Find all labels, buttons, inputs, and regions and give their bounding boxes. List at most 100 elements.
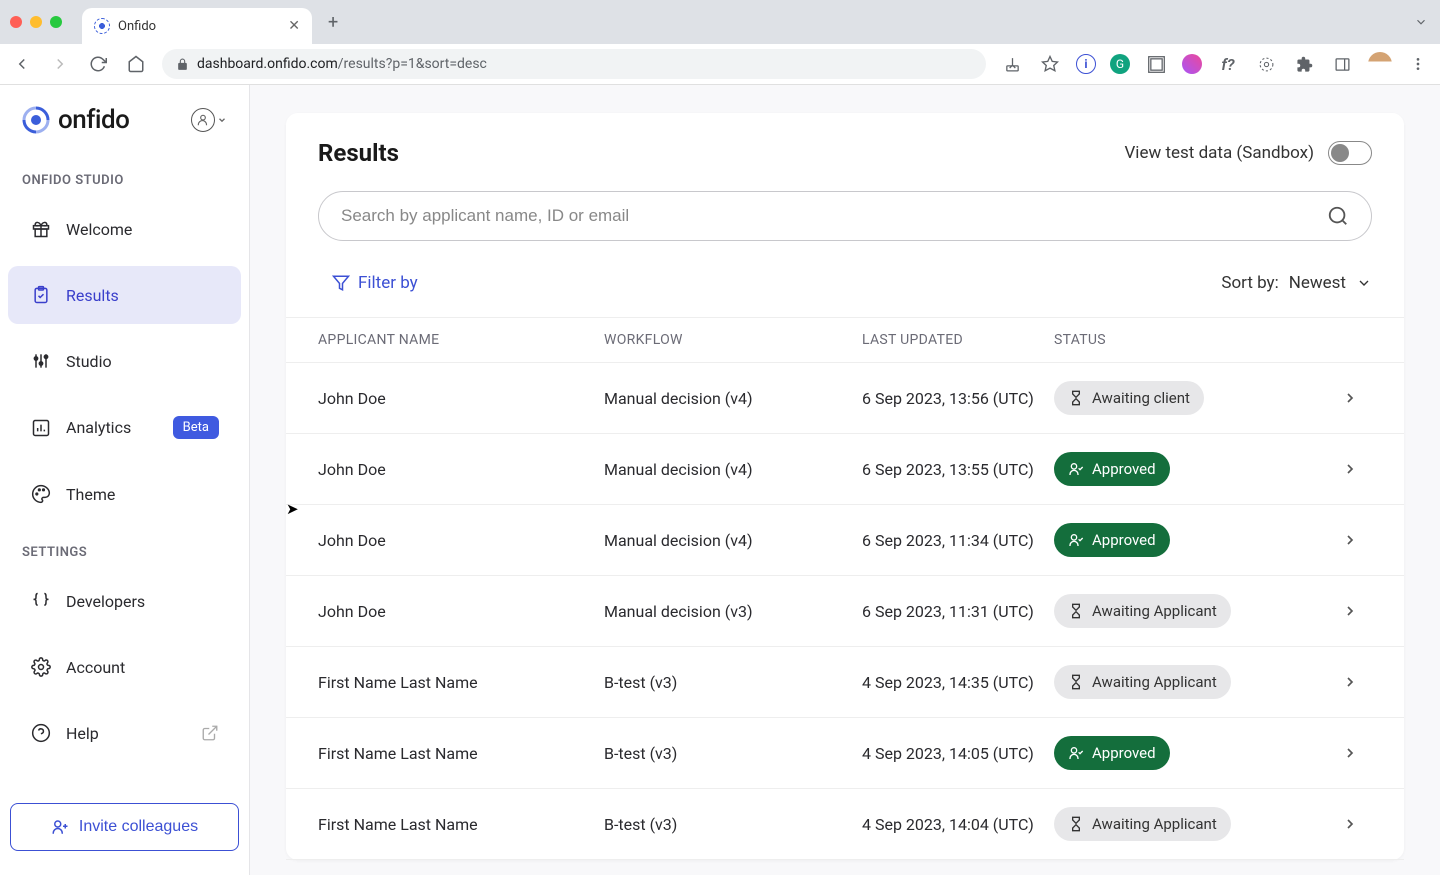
back-button[interactable] bbox=[10, 52, 34, 76]
table-row[interactable]: John DoeManual decision (v4)6 Sep 2023, … bbox=[286, 434, 1404, 505]
cell-updated: 4 Sep 2023, 14:04 (UTC) bbox=[862, 815, 1054, 834]
user-check-icon bbox=[1068, 532, 1084, 548]
sidebar-item-account[interactable]: Account bbox=[8, 638, 241, 696]
search-icon bbox=[1327, 205, 1349, 227]
tab-overflow-icon[interactable] bbox=[1414, 15, 1428, 29]
sidebar-item-label: Developers bbox=[66, 592, 219, 611]
filter-button[interactable]: Filter by bbox=[318, 267, 432, 299]
sidebar-item-analytics[interactable]: Analytics Beta bbox=[8, 398, 241, 457]
extension-icon[interactable] bbox=[1254, 52, 1278, 76]
filter-icon bbox=[332, 274, 350, 292]
cell-updated: 6 Sep 2023, 13:55 (UTC) bbox=[862, 460, 1054, 479]
sidebar-item-label: Analytics bbox=[66, 418, 159, 437]
clipboard-icon bbox=[30, 284, 52, 306]
table-row[interactable]: John DoeManual decision (v4)6 Sep 2023, … bbox=[286, 363, 1404, 434]
chart-icon bbox=[30, 417, 52, 439]
url-field[interactable]: dashboard.onfido.com/results?p=1&sort=de… bbox=[162, 49, 986, 79]
brand-logo[interactable]: onfido bbox=[22, 105, 129, 135]
cell-status: Awaiting Applicant bbox=[1054, 594, 1342, 628]
cell-status: Approved bbox=[1054, 523, 1342, 557]
share-icon[interactable] bbox=[1000, 52, 1024, 76]
extension-icon[interactable]: f? bbox=[1216, 52, 1240, 76]
home-button[interactable] bbox=[124, 52, 148, 76]
side-panel-icon[interactable] bbox=[1330, 52, 1354, 76]
sandbox-toggle[interactable] bbox=[1328, 141, 1372, 165]
sidebar-item-studio[interactable]: Studio bbox=[8, 332, 241, 390]
status-badge: Approved bbox=[1054, 452, 1170, 486]
close-window-icon[interactable] bbox=[10, 16, 22, 28]
sidebar-item-developers[interactable]: Developers bbox=[8, 572, 241, 630]
chevron-right-icon bbox=[1342, 745, 1372, 761]
cell-status: Awaiting client bbox=[1054, 381, 1342, 415]
sort-value: Newest bbox=[1289, 273, 1346, 293]
sidebar-item-help[interactable]: Help bbox=[8, 704, 241, 762]
table-row[interactable]: First Name Last NameB-test (v3)4 Sep 202… bbox=[286, 647, 1404, 718]
maximize-window-icon[interactable] bbox=[50, 16, 62, 28]
reload-button[interactable] bbox=[86, 52, 110, 76]
gift-icon bbox=[30, 218, 52, 240]
profile-avatar[interactable] bbox=[1368, 52, 1392, 76]
external-link-icon bbox=[201, 724, 219, 742]
sandbox-label: View test data (Sandbox) bbox=[1124, 143, 1314, 163]
chevron-right-icon bbox=[1342, 532, 1372, 548]
user-menu[interactable] bbox=[191, 108, 227, 132]
sidebar-item-label: Account bbox=[66, 658, 219, 677]
window-controls bbox=[10, 16, 62, 28]
invite-colleagues-button[interactable]: Invite colleagues bbox=[10, 803, 239, 851]
sidebar-item-label: Results bbox=[66, 286, 219, 305]
chevron-right-icon bbox=[1342, 674, 1372, 690]
sidebar-item-label: Studio bbox=[66, 352, 219, 371]
table-header: APPLICANT NAME WORKFLOW LAST UPDATED STA… bbox=[286, 317, 1404, 363]
browser-tab[interactable]: Onfido ✕ bbox=[82, 8, 312, 44]
sidebar-item-theme[interactable]: Theme bbox=[8, 465, 241, 523]
cell-updated: 6 Sep 2023, 11:34 (UTC) bbox=[862, 531, 1054, 550]
sidebar-item-welcome[interactable]: Welcome bbox=[8, 200, 241, 258]
status-badge: Awaiting Applicant bbox=[1054, 594, 1231, 628]
extension-icon[interactable]: i bbox=[1076, 54, 1096, 74]
status-badge: Awaiting client bbox=[1054, 381, 1204, 415]
cell-name: First Name Last Name bbox=[318, 815, 604, 834]
sidebar-item-results[interactable]: Results bbox=[8, 266, 241, 324]
address-bar: dashboard.onfido.com/results?p=1&sort=de… bbox=[0, 44, 1440, 85]
col-header-updated: LAST UPDATED bbox=[862, 332, 1054, 348]
url-text: dashboard.onfido.com/results?p=1&sort=de… bbox=[197, 56, 487, 72]
hourglass-icon bbox=[1068, 816, 1084, 832]
extensions-menu-icon[interactable] bbox=[1292, 52, 1316, 76]
cell-name: John Doe bbox=[318, 531, 604, 550]
hourglass-icon bbox=[1068, 390, 1084, 406]
beta-badge: Beta bbox=[173, 416, 219, 439]
help-icon bbox=[30, 722, 52, 744]
search-input[interactable] bbox=[341, 206, 1315, 226]
chevron-down-icon bbox=[1356, 275, 1372, 291]
table-row[interactable]: First Name Last NameB-test (v3)4 Sep 202… bbox=[286, 789, 1404, 860]
browser-menu-icon[interactable] bbox=[1406, 52, 1430, 76]
col-header-workflow: WORKFLOW bbox=[604, 332, 862, 348]
cell-name: John Doe bbox=[318, 460, 604, 479]
new-tab-button[interactable]: + bbox=[320, 8, 346, 37]
table-row[interactable]: John DoeManual decision (v4)6 Sep 2023, … bbox=[286, 505, 1404, 576]
sidebar-section-settings: SETTINGS bbox=[0, 527, 249, 568]
sort-dropdown[interactable]: Sort by: Newest bbox=[1221, 273, 1372, 293]
user-check-icon bbox=[1068, 745, 1084, 761]
search-box[interactable] bbox=[318, 191, 1372, 241]
cell-workflow: Manual decision (v4) bbox=[604, 389, 862, 408]
chevron-right-icon bbox=[1342, 390, 1372, 406]
extension-icon[interactable]: G bbox=[1110, 54, 1130, 74]
brand-name: onfido bbox=[58, 105, 129, 135]
cell-name: John Doe bbox=[318, 389, 604, 408]
extension-icon[interactable] bbox=[1144, 52, 1168, 76]
close-tab-icon[interactable]: ✕ bbox=[288, 18, 300, 34]
forward-button[interactable] bbox=[48, 52, 72, 76]
star-icon[interactable] bbox=[1038, 52, 1062, 76]
cell-name: First Name Last Name bbox=[318, 744, 604, 763]
main-content: Results View test data (Sandbox) Filt bbox=[250, 85, 1440, 875]
cell-updated: 4 Sep 2023, 14:35 (UTC) bbox=[862, 673, 1054, 692]
onfido-logomark-icon bbox=[22, 106, 50, 134]
sidebar-item-label: Help bbox=[66, 724, 187, 743]
minimize-window-icon[interactable] bbox=[30, 16, 42, 28]
extension-icon[interactable] bbox=[1182, 54, 1202, 74]
col-header-name: APPLICANT NAME bbox=[318, 332, 604, 348]
table-row[interactable]: John DoeManual decision (v3)6 Sep 2023, … bbox=[286, 576, 1404, 647]
table-row[interactable]: First Name Last NameB-test (v3)4 Sep 202… bbox=[286, 718, 1404, 789]
status-badge: Approved bbox=[1054, 523, 1170, 557]
